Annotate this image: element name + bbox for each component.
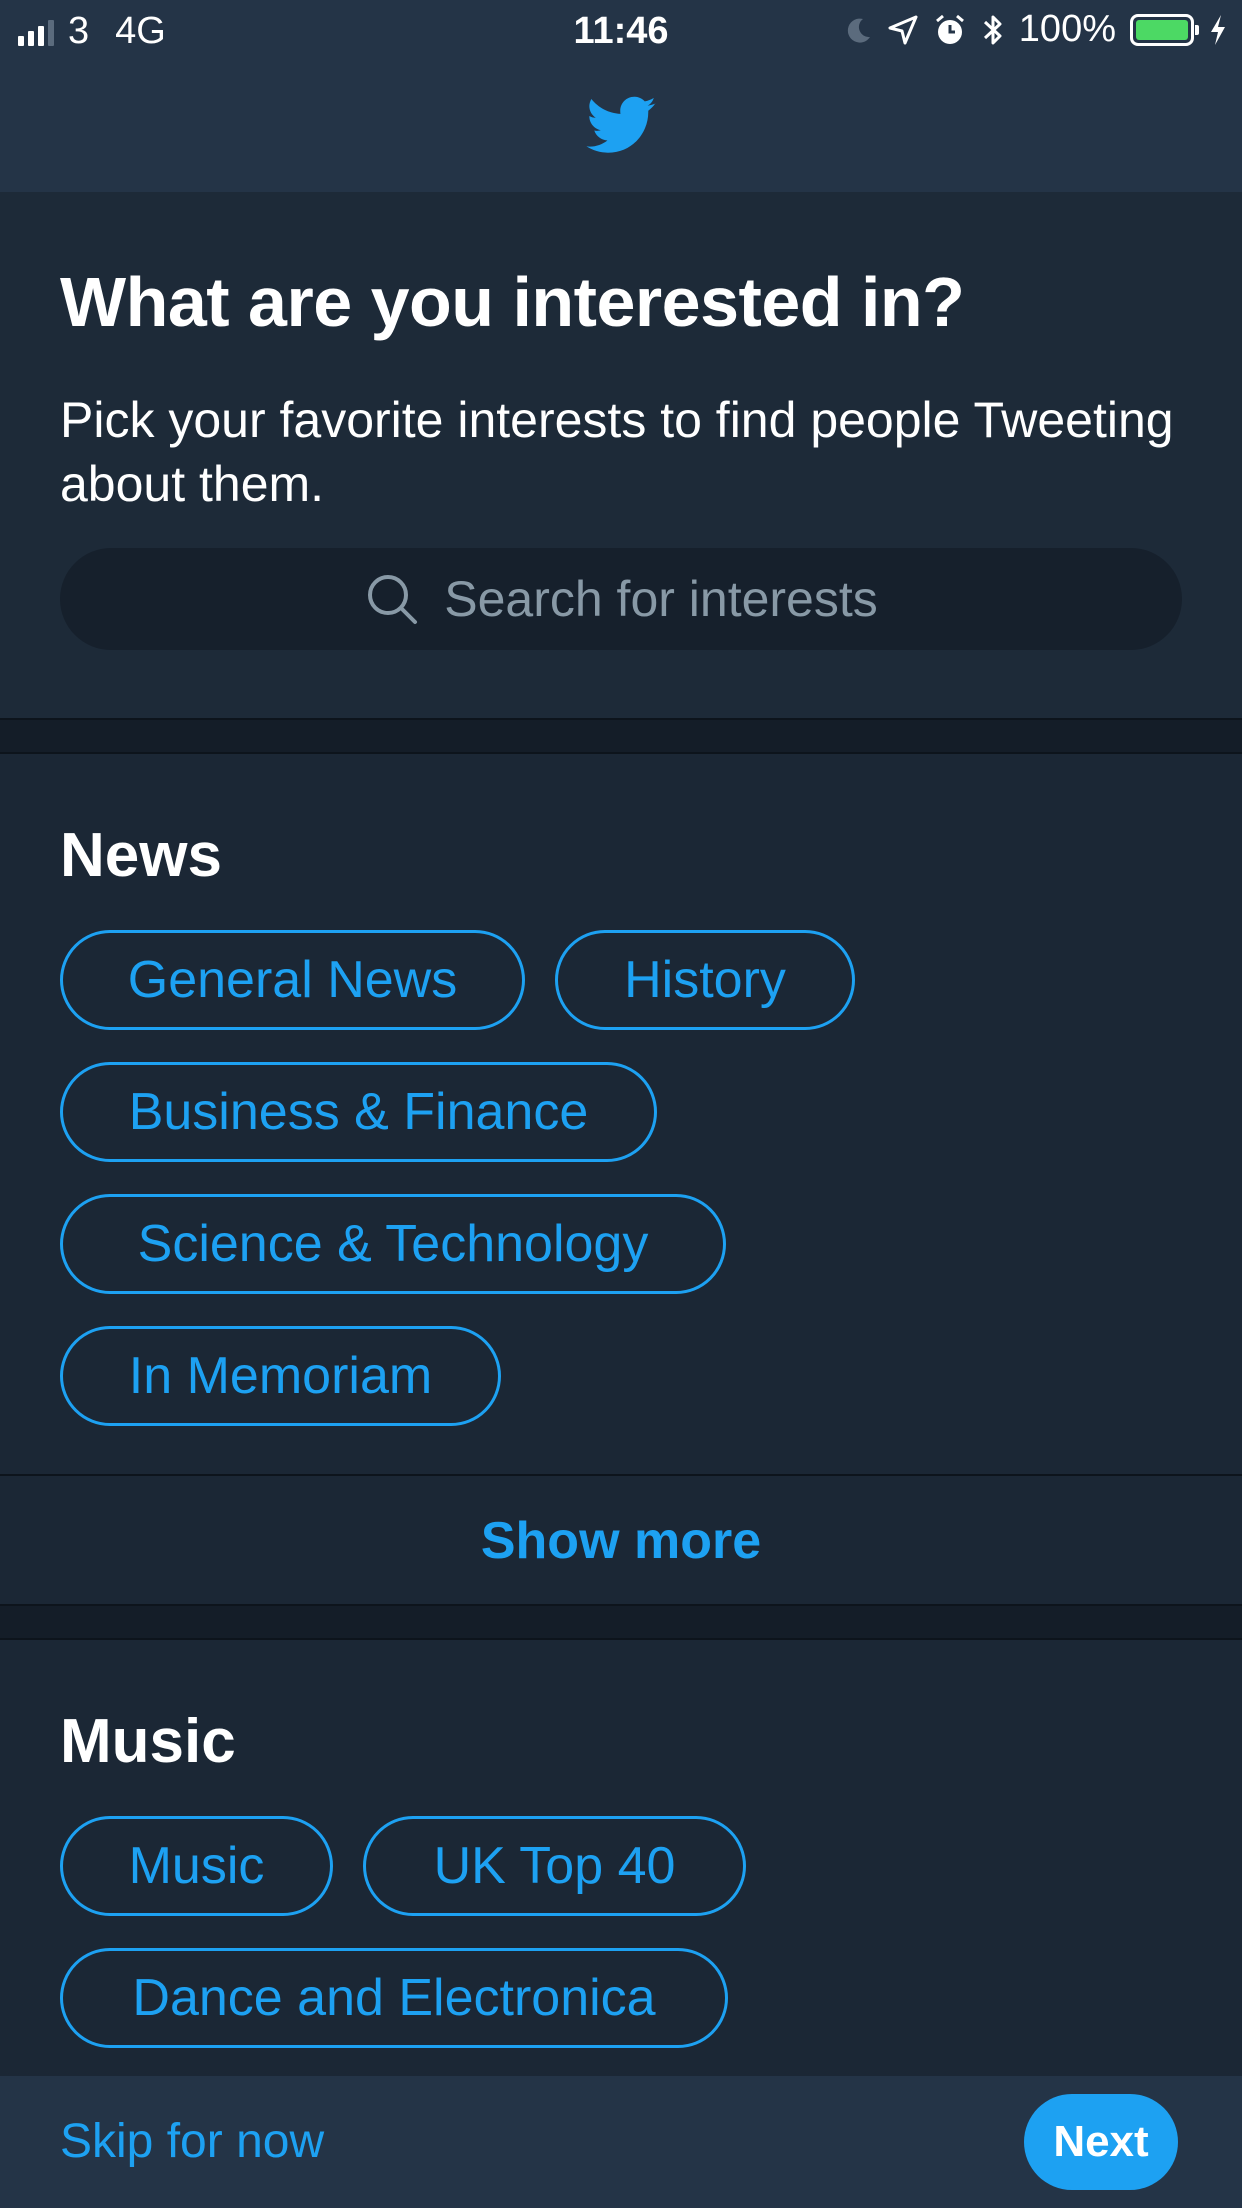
page-subtitle: Pick your favorite interests to find peo… (60, 392, 1174, 512)
location-icon (888, 15, 918, 44)
search-input[interactable]: Search for interests (60, 548, 1182, 650)
alarm-icon (935, 14, 964, 44)
next-button[interactable]: Next (1024, 2094, 1178, 2190)
twitter-bird-icon (586, 96, 656, 153)
interest-pill[interactable]: Dance and Electronica (60, 1948, 728, 2048)
section-divider (0, 1604, 1242, 1640)
interest-pill[interactable]: Science & Technology (60, 1194, 726, 1294)
skip-button[interactable]: Skip for now (60, 2114, 324, 2169)
section-title: Music (60, 1707, 236, 1776)
page-title: What are you interested in? (60, 263, 965, 341)
bottom-bar: Skip for now Next (0, 2076, 1242, 2208)
show-more-button[interactable]: Show more (0, 1474, 1242, 1606)
interest-pill[interactable]: Business & Finance (60, 1062, 657, 1162)
status-right: 100% (843, 8, 1228, 51)
intro-section: What are you interested in? Pick your fa… (0, 192, 1242, 718)
section-news: News General News History Business & Fin… (0, 754, 1242, 1474)
nav-bar (0, 64, 1242, 194)
section-title: News (60, 821, 222, 890)
search-icon (368, 575, 418, 624)
battery-icon (1130, 13, 1199, 46)
interest-pill[interactable]: In Memoriam (60, 1326, 501, 1426)
battery-percentage: 100% (1018, 8, 1116, 50)
interest-pill[interactable]: History (555, 930, 855, 1030)
interest-pill[interactable]: Music (60, 1816, 333, 1916)
charging-icon (1211, 14, 1225, 45)
section-divider (0, 718, 1242, 754)
moon-icon (847, 18, 870, 43)
search-placeholder: Search for interests (444, 571, 878, 627)
bluetooth-icon (983, 15, 1002, 44)
interest-pill[interactable]: General News (60, 930, 525, 1030)
status-bar: 3 4G 11:46 100% (0, 0, 1242, 64)
interest-pill[interactable]: UK Top 40 (363, 1816, 746, 1916)
section-music: Music Music UK Top 40 Dance and Electron… (0, 1640, 1242, 2076)
